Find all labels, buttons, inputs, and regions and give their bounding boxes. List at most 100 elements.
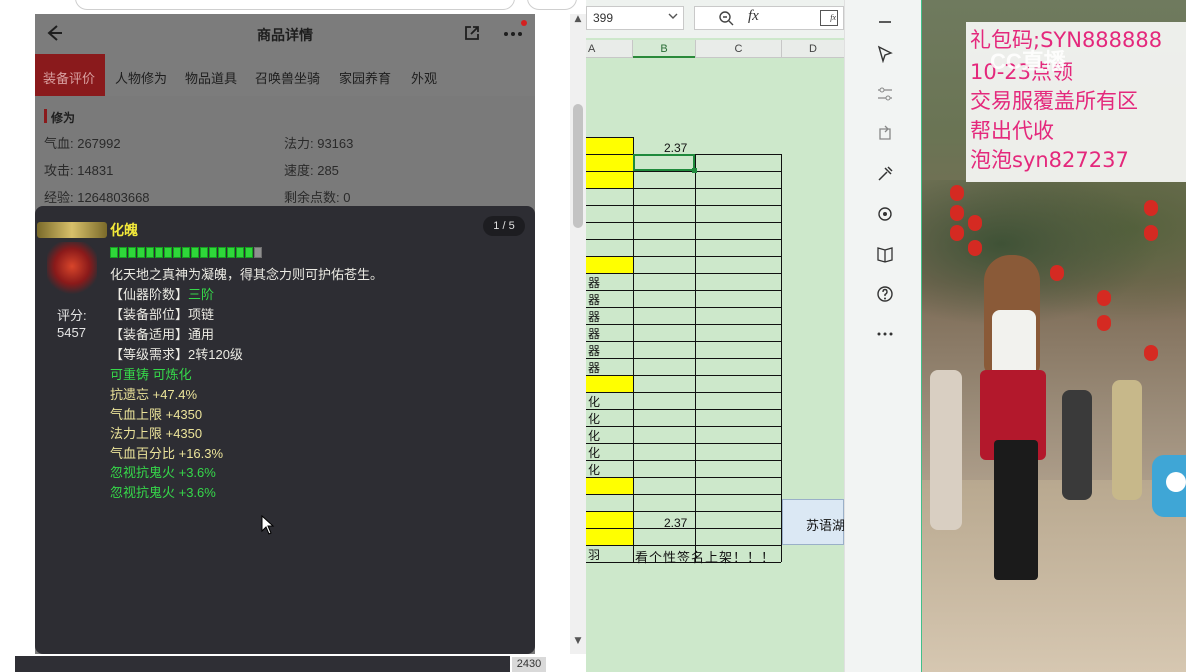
insert-function-button[interactable]: fx — [820, 10, 838, 26]
tab-summons-mounts[interactable]: 召唤兽坐骑 — [255, 68, 320, 87]
grid-line — [633, 409, 781, 410]
settings-icon[interactable] — [876, 205, 894, 223]
stat-remaining-points: 剩余点数: 0 — [284, 190, 351, 205]
grid-line — [633, 528, 781, 529]
grid-line — [586, 511, 633, 512]
red-lantern — [1144, 225, 1158, 241]
selected-cell[interactable] — [633, 154, 695, 171]
fill-handle[interactable] — [692, 168, 697, 173]
dropdown-chevron-icon[interactable] — [668, 11, 678, 21]
yellow-cell[interactable] — [586, 477, 633, 494]
bonus-line: 抗遗忘 +47.4% — [110, 387, 198, 402]
grid-line — [586, 205, 633, 206]
bonus-line: 气血上限 +4350 — [110, 407, 203, 422]
cell-a-text[interactable]: 化 — [588, 427, 600, 444]
cell-a-text[interactable]: 化 — [588, 410, 600, 427]
live-stream-video: 礼包码;SYN888888 10-23点领 交易服覆盖所有区 帮出代收 泡泡sy… — [922, 0, 1186, 672]
cell-a-text[interactable]: 化 — [588, 461, 600, 478]
bonus-line: 气血百分比 +16.3% — [110, 446, 224, 461]
minimize-icon[interactable] — [876, 13, 894, 31]
grid-line — [633, 477, 781, 478]
column-header-b[interactable]: B — [633, 40, 695, 58]
cell-a-text[interactable]: 器 — [588, 291, 600, 308]
category-tabs: 装备评价 人物修为 物品道具 召唤兽坐骑 家园养育 外观 — [35, 54, 535, 96]
cell-a-text[interactable]: 器 — [588, 342, 600, 359]
cell-a-text[interactable]: 器 — [588, 308, 600, 325]
page-indicator[interactable]: 1 / 5 — [483, 216, 525, 236]
zoom-icon[interactable] — [718, 10, 734, 26]
browser-address-pill[interactable] — [75, 0, 515, 10]
red-lantern — [950, 225, 964, 241]
column-header-d[interactable]: D — [781, 40, 844, 58]
yellow-cell[interactable] — [586, 528, 633, 545]
cell-a-text[interactable]: 化 — [588, 393, 600, 410]
stat-speed: 速度: 285 — [284, 163, 339, 178]
item-icon — [47, 242, 97, 296]
grid-line — [633, 426, 781, 427]
yellow-cell[interactable] — [586, 511, 633, 528]
stat-attack: 攻击: 14831 — [44, 163, 114, 178]
grid-line — [633, 188, 781, 189]
rarity-badge — [37, 222, 107, 238]
durability-segment — [110, 247, 118, 258]
cell-a-text[interactable]: 化 — [588, 444, 600, 461]
book-icon[interactable] — [876, 245, 894, 263]
grid-line — [633, 375, 781, 376]
scroll-down-icon[interactable]: ▼ — [572, 636, 584, 648]
scroll-up-icon[interactable]: ▲ — [572, 14, 584, 26]
adjust-icon[interactable] — [876, 85, 894, 103]
rotate-icon[interactable] — [876, 125, 894, 143]
more-dots-icon[interactable] — [876, 325, 894, 343]
durability-segment — [227, 247, 235, 258]
merged-cell-text[interactable]: 看个性签名上架！！！ — [635, 547, 775, 566]
yellow-cell[interactable] — [586, 137, 633, 154]
cell-b-value[interactable]: 2.37 — [664, 516, 687, 530]
help-icon[interactable] — [876, 285, 894, 303]
column-header-a[interactable]: A — [586, 40, 633, 58]
grid-line — [633, 443, 781, 444]
browser-pill-small[interactable] — [527, 0, 577, 10]
yellow-cell[interactable] — [586, 375, 633, 392]
tools-icon[interactable] — [876, 165, 894, 183]
column-headers: A B C D — [586, 40, 844, 58]
share-icon[interactable] — [463, 24, 481, 42]
grid-line — [586, 171, 633, 172]
scrollbar-thumb[interactable] — [573, 104, 583, 228]
durability-segment — [200, 247, 208, 258]
tab-equipment-review[interactable]: 装备评价 — [43, 68, 95, 87]
yellow-cell[interactable] — [586, 154, 633, 171]
cell-a-text[interactable]: 器 — [588, 359, 600, 376]
attr-level: 【等级需求】2转120级 — [110, 347, 243, 362]
fx-icon[interactable]: fx — [748, 8, 759, 25]
yellow-cell[interactable] — [586, 171, 633, 188]
cell-b-value[interactable]: 2.37 — [664, 141, 687, 155]
cell-a-text[interactable]: 器 — [588, 274, 600, 291]
grid-line — [586, 222, 633, 223]
stat-experience: 经验: 1264803668 — [44, 190, 150, 205]
cell-a-text[interactable]: 羽 — [588, 546, 600, 563]
tab-items[interactable]: 物品道具 — [185, 68, 237, 87]
score-value: 5457 — [57, 325, 86, 340]
grid-line — [633, 290, 781, 291]
attr-applicable: 【装备适用】通用 — [110, 327, 215, 342]
bonus-line: 法力上限 +4350 — [110, 426, 203, 441]
side-toolbar — [844, 0, 923, 672]
cell-a-text[interactable]: 器 — [588, 325, 600, 342]
panel-header: 商品详情 — [35, 14, 535, 54]
grid-line — [586, 494, 633, 495]
grid-line — [586, 239, 633, 240]
select-cursor-icon[interactable] — [876, 45, 894, 63]
red-lantern — [1144, 345, 1158, 361]
durability-bar — [110, 245, 263, 258]
column-header-c[interactable]: C — [695, 40, 781, 58]
tab-home[interactable]: 家园养育 — [339, 68, 391, 87]
promo-line: 帮出代收 — [970, 119, 1054, 143]
yellow-cell[interactable] — [586, 256, 633, 273]
red-lantern — [1144, 200, 1158, 216]
tab-character-cultivation[interactable]: 人物修为 — [115, 68, 167, 87]
more-icon[interactable] — [503, 30, 523, 38]
grid-line — [633, 460, 781, 461]
durability-segment — [191, 247, 199, 258]
durability-segment — [236, 247, 244, 258]
tab-appearance[interactable]: 外观 — [411, 68, 437, 87]
